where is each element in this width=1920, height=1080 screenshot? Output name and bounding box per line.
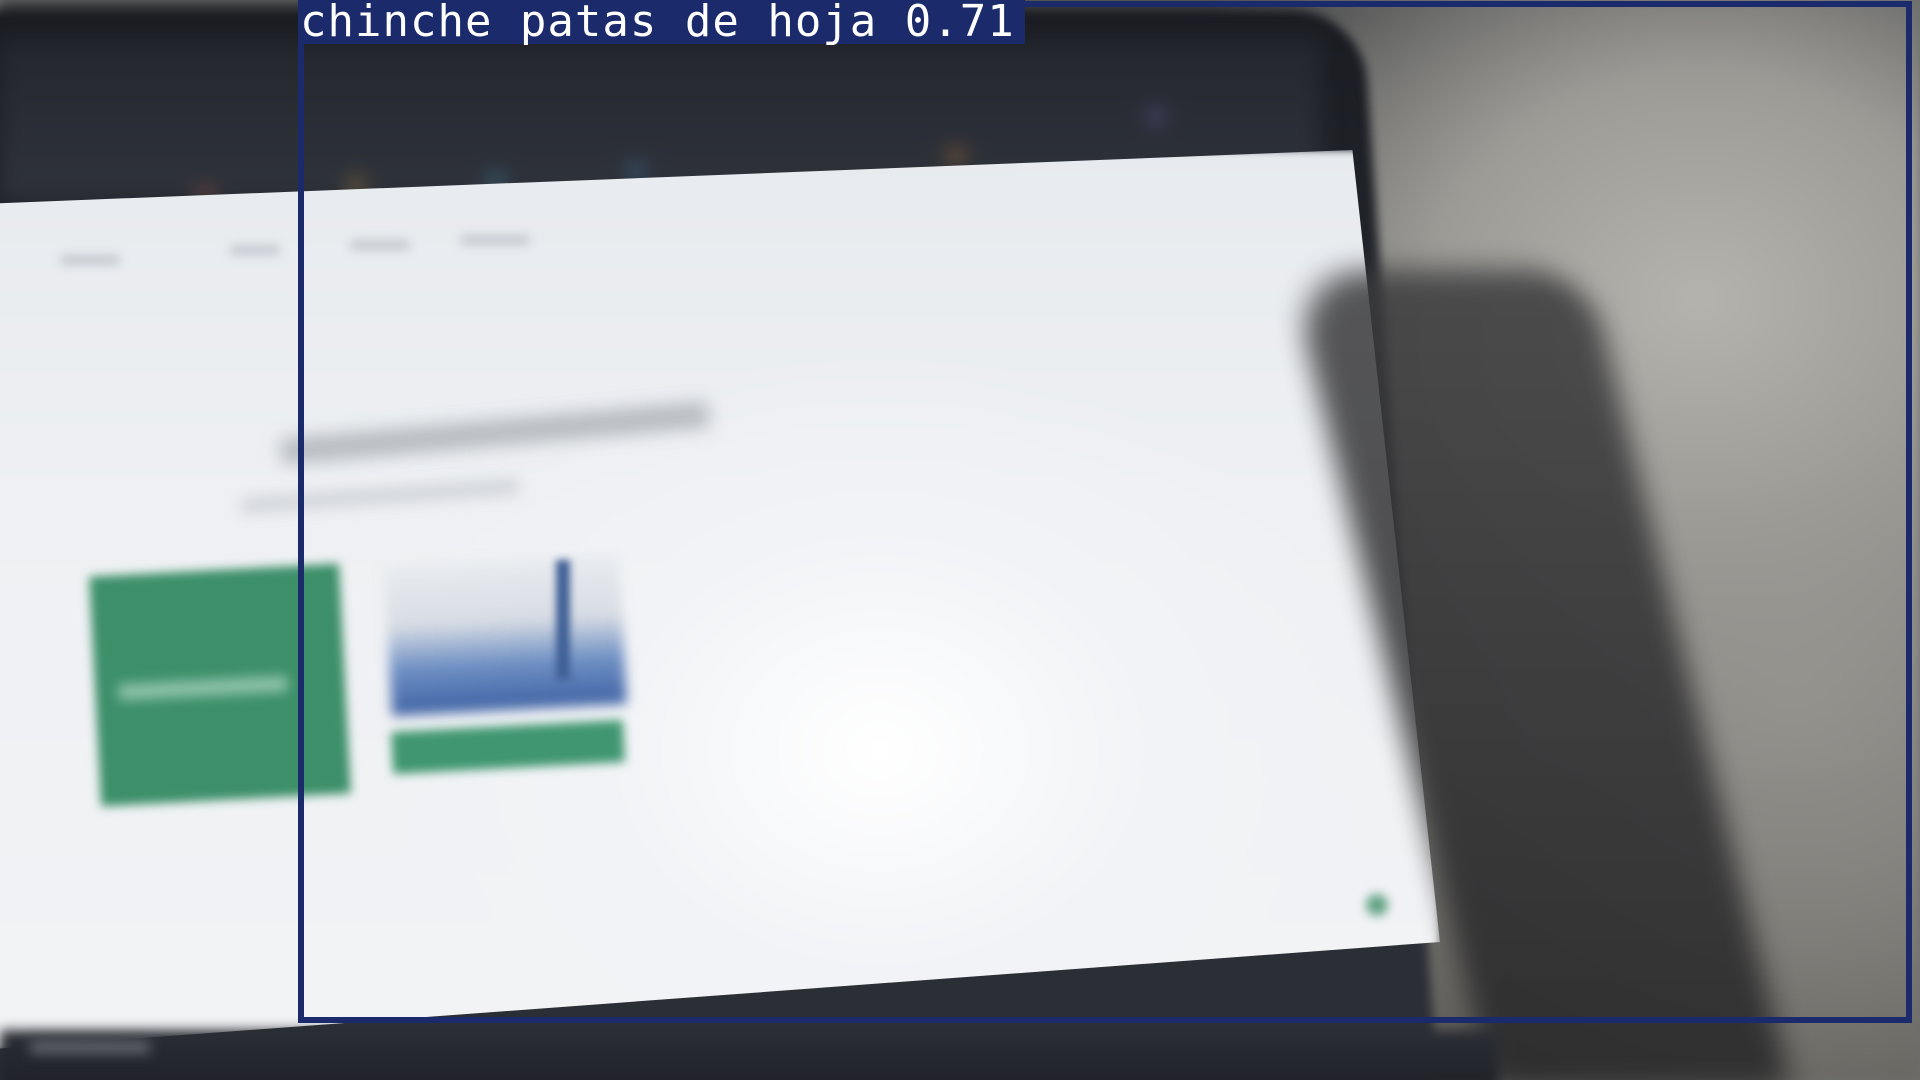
- screen-tab-blur: [230, 245, 280, 255]
- blurred-corner-text: [30, 1040, 150, 1054]
- screen-tab-blur: [60, 255, 120, 265]
- photo: chinche patas de hoja 0.71: [0, 0, 1920, 1080]
- detection-label: chinche patas de hoja 0.71: [298, 0, 1025, 44]
- laptop-taskbar: [0, 1030, 1500, 1080]
- detection-bounding-box: [298, 1, 1912, 1023]
